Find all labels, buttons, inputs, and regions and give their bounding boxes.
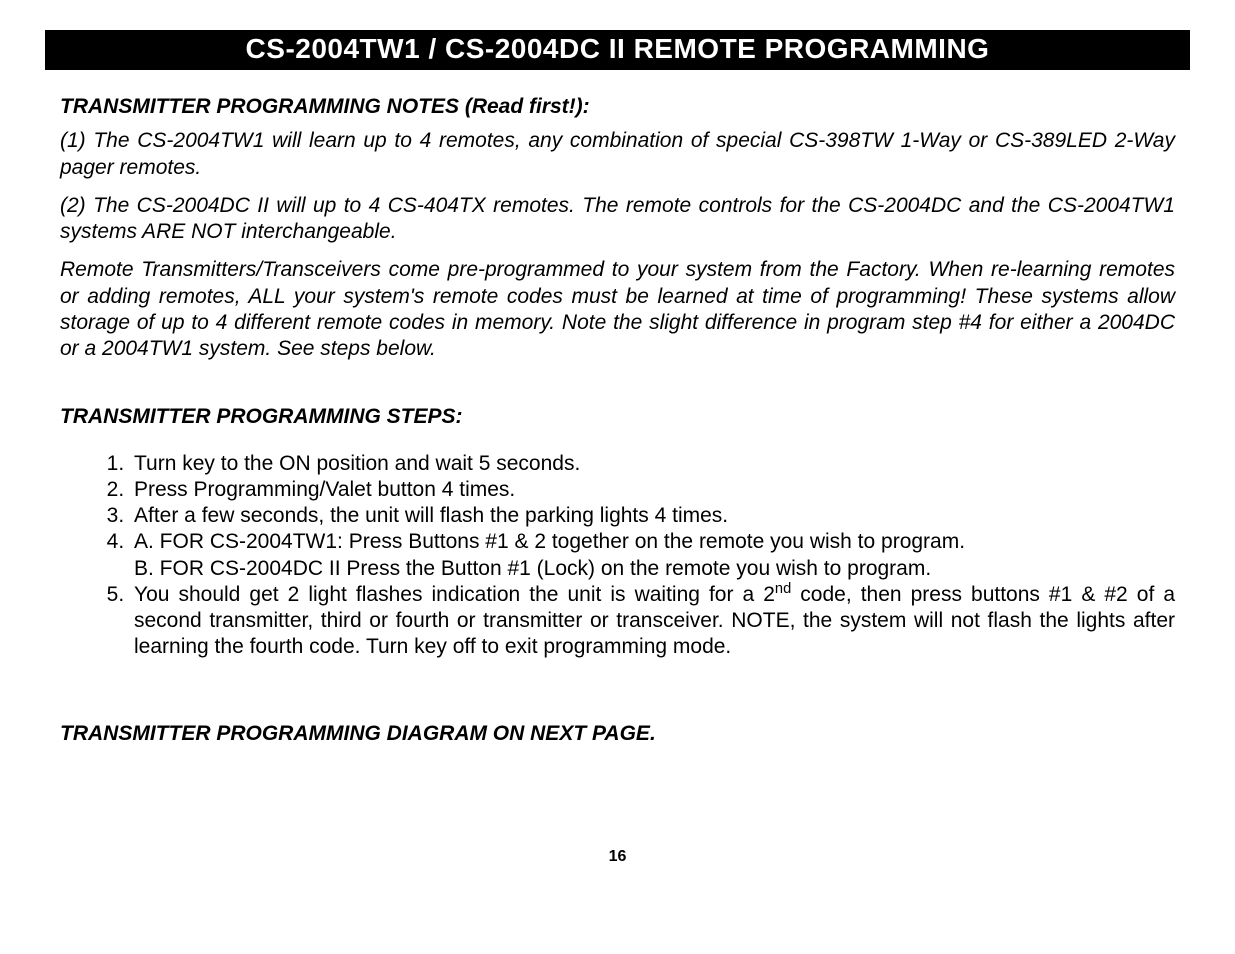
notes-paragraph-3: Remote Transmitters/Transceivers come pr… [60,257,1175,362]
notes-paragraph-2: (2) The CS-2004DC II will up to 4 CS-404… [60,193,1175,246]
step-5-sup: nd [775,581,791,597]
step-5: You should get 2 light flashes indicatio… [130,582,1175,661]
title-banner: CS-2004TW1 / CS-2004DC II REMOTE PROGRAM… [45,30,1190,70]
step-4b: B. FOR CS-2004DC II Press the Button #1 … [134,556,1175,582]
notes-heading: TRANSMITTER PROGRAMMING NOTES (Read firs… [60,94,1175,120]
step-5-pre: You should get 2 light flashes indicatio… [134,583,775,606]
content-area: TRANSMITTER PROGRAMMING NOTES (Read firs… [45,70,1190,747]
steps-list: Turn key to the ON position and wait 5 s… [60,451,1175,661]
step-2: Press Programming/Valet button 4 times. [130,477,1175,503]
steps-heading: TRANSMITTER PROGRAMMING STEPS: [60,404,1175,430]
page-number: 16 [0,848,1235,866]
diagram-heading: TRANSMITTER PROGRAMMING DIAGRAM ON NEXT … [60,721,1175,747]
step-4a: A. FOR CS-2004TW1: Press Buttons #1 & 2 … [134,529,1175,555]
document-page: CS-2004TW1 / CS-2004DC II REMOTE PROGRAM… [0,0,1235,954]
step-1: Turn key to the ON position and wait 5 s… [130,451,1175,477]
step-4: A. FOR CS-2004TW1: Press Buttons #1 & 2 … [130,529,1175,582]
step-3: After a few seconds, the unit will flash… [130,503,1175,529]
notes-paragraph-1: (1) The CS-2004TW1 will learn up to 4 re… [60,128,1175,181]
